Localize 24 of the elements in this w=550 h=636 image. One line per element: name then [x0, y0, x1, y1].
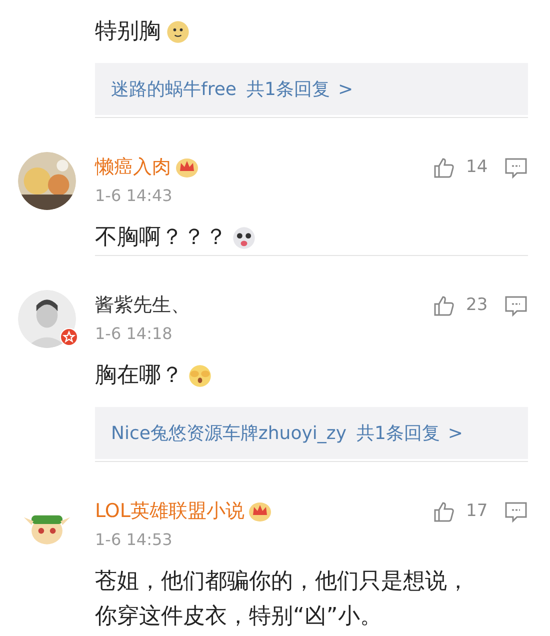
replies-link[interactable]: Nice兔悠资源车牌zhuoyi_zy 共1条回复 >: [95, 407, 528, 459]
thumbs-up-icon[interactable]: [432, 500, 456, 524]
comment-time: 1-6 14:53: [95, 529, 174, 551]
thumbs-up-icon[interactable]: [432, 156, 456, 180]
comment-time: 1-6 14:18: [95, 323, 174, 345]
comment-time: 1-6 14:43: [95, 185, 174, 207]
crown-badge-icon: [175, 156, 199, 178]
comment-text: 胸在哪？: [95, 362, 183, 390]
comment-icon[interactable]: [504, 295, 528, 317]
like-count: 14: [466, 156, 489, 180]
crown-badge-icon: [248, 500, 272, 522]
comment-icon[interactable]: [504, 501, 528, 523]
username[interactable]: LOL英雄联盟小说: [95, 496, 244, 526]
like-count: 17: [466, 500, 489, 524]
comment-text: 苍姐，他们都骗你的，他们只是想说，: [95, 568, 469, 596]
thumbs-up-icon[interactable]: [432, 294, 456, 318]
username[interactable]: 懒癌入肉: [95, 152, 171, 182]
comment-icon[interactable]: [504, 157, 528, 179]
comment-text: 不胸啊？？？: [95, 224, 227, 252]
comment-text: 你穿这件皮衣，特别“凶”小。: [95, 603, 383, 631]
comment-text: 特别胸: [95, 18, 161, 46]
username[interactable]: 酱紫先生、: [95, 290, 190, 320]
like-count: 23: [466, 294, 489, 318]
replies-link[interactable]: 迷路的蜗牛free 共1条回复 >: [95, 63, 528, 115]
